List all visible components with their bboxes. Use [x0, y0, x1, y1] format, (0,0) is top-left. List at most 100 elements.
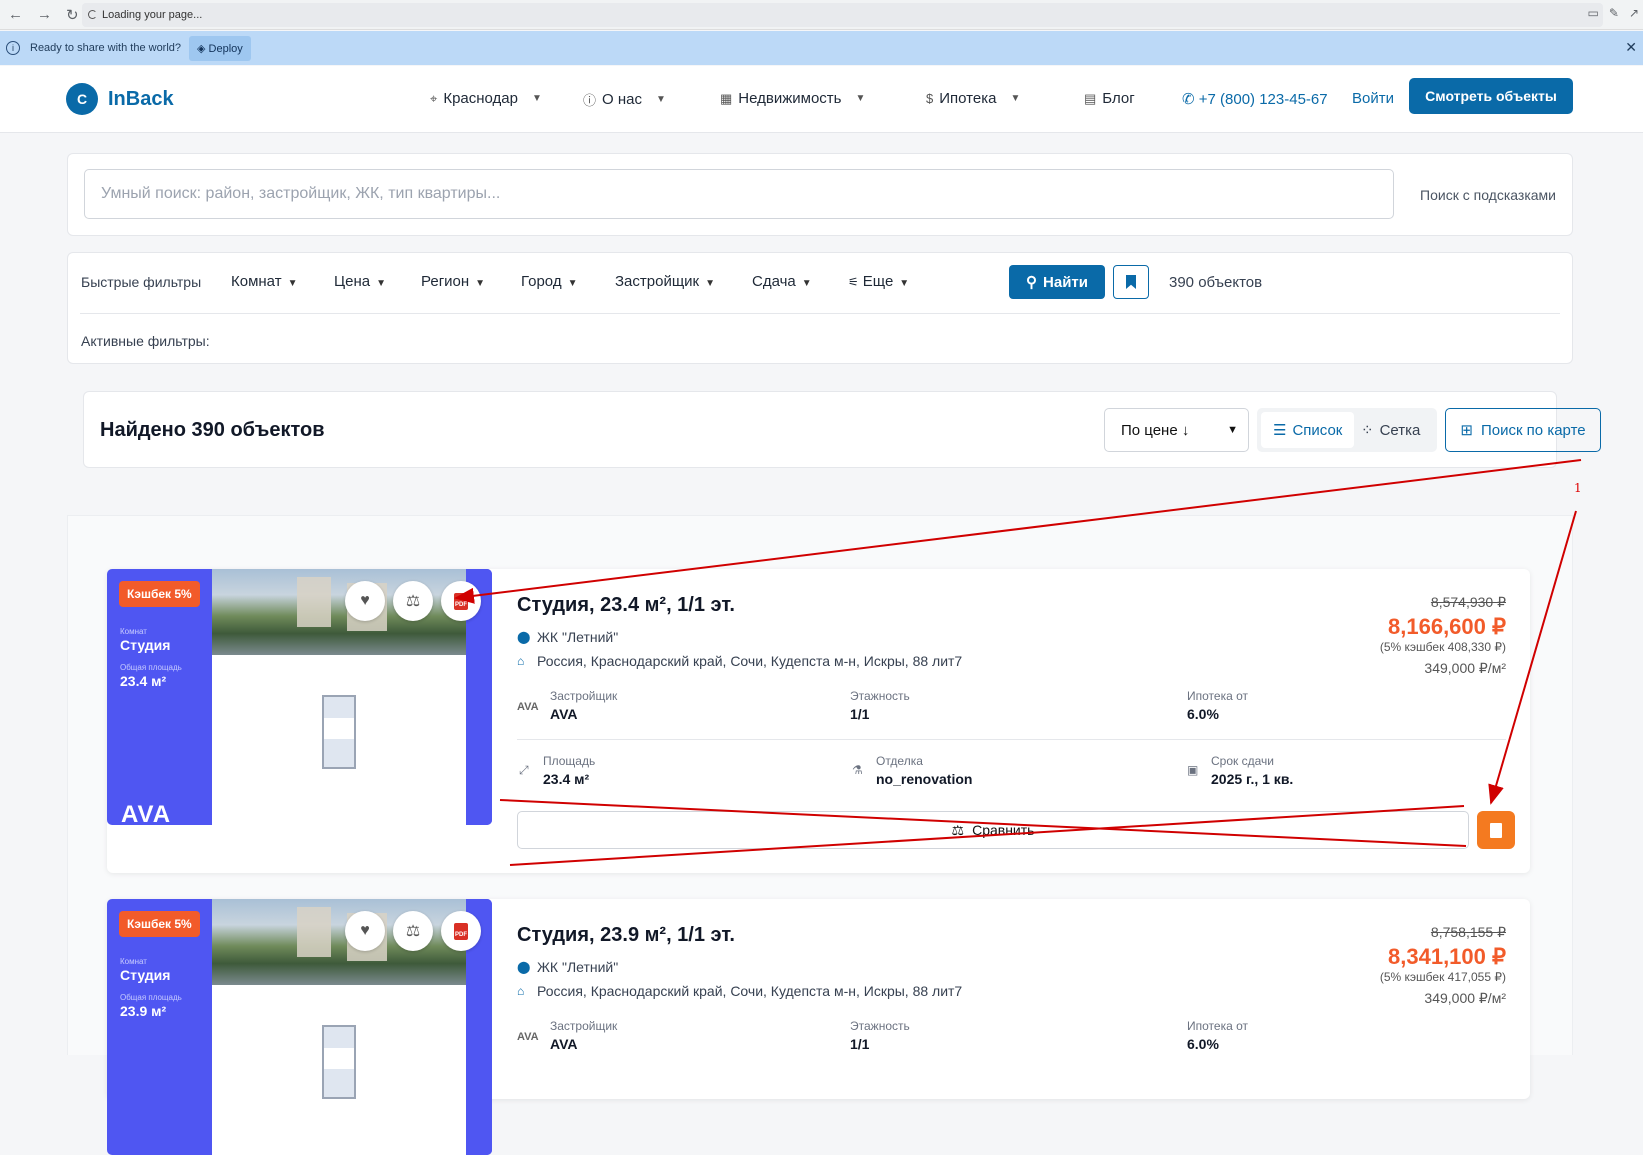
building-shape [297, 907, 331, 957]
view-grid-button[interactable]: ⁘ Сетка [1349, 412, 1432, 448]
filter-price[interactable]: Цена ▼ [334, 273, 386, 290]
view-toggle: ☰ Список ⁘ Сетка [1257, 408, 1437, 452]
location-pin-icon: ⬤ [517, 630, 531, 644]
mortgage-value: 6.0% [1187, 706, 1219, 722]
listing-thumbnail[interactable]: Кэшбек 5% Комнат Студия Общая площадь 23… [107, 899, 492, 1155]
area-label: Площадь [543, 754, 596, 768]
quick-filters-label: Быстрые фильтры [81, 274, 202, 290]
logo[interactable]: C InBack [66, 83, 174, 115]
close-icon[interactable]: ✕ [1625, 39, 1637, 56]
filter-city[interactable]: Город ▼ [521, 273, 577, 290]
address-bar[interactable]: Loading your page... [82, 2, 1603, 27]
share-icon[interactable]: ↗ [1629, 6, 1639, 20]
compare-label: Сравнить [972, 822, 1035, 838]
filter-more-label: Еще [862, 273, 894, 290]
filter-rooms[interactable]: Комнат ▼ [231, 273, 297, 290]
listing-title[interactable]: Студия, 23.9 м², 1/1 эт. [517, 924, 735, 947]
listing-title[interactable]: Студия, 23.4 м², 1/1 эт. [517, 594, 735, 617]
nav-about[interactable]: ⓘ О нас ▼ [583, 90, 666, 109]
currency-icon: $ [926, 91, 934, 106]
complex-name: ЖК "Летний" [537, 629, 619, 645]
filter-region-label: Регион [421, 273, 470, 290]
pdf-icon-button[interactable]: PDF [441, 581, 481, 621]
old-price: 8,574,930 ₽ [1430, 594, 1506, 610]
site-header: C InBack ⌖ Краснодар ▼ ⓘ О нас ▼ ▦ Недвижимос… [0, 66, 1643, 133]
thumb-rooms: Студия [120, 967, 171, 983]
building-icon: ▦ [720, 90, 733, 106]
forward-icon[interactable]: → [37, 6, 52, 24]
nav-mortgage[interactable]: $ Ипотека ▼ [926, 90, 1020, 107]
pdf-icon-button[interactable]: PDF [441, 911, 481, 951]
search-hint: Поиск с подсказками [1420, 187, 1556, 203]
mortgage-label: Ипотека от [1187, 1019, 1248, 1033]
nav-blog[interactable]: ▤ Блог [1084, 90, 1135, 107]
logo-text: InBack [108, 87, 174, 110]
mortgage-label: Ипотека от [1187, 689, 1248, 703]
find-button[interactable]: ⚲ Найти [1009, 265, 1105, 299]
map-search-button[interactable]: ⊞ Поиск по карте [1445, 408, 1601, 452]
smart-search-input[interactable]: Умный поиск: район, застройщик, ЖК, тип … [84, 169, 1394, 219]
filter-region[interactable]: Регион ▼ [421, 273, 485, 290]
search-icon: ⚲ [1026, 274, 1038, 291]
favorite-button[interactable]: ♥ [345, 911, 385, 951]
thumb-rooms-label: Комнат [120, 957, 147, 966]
chevron-down-icon: ▼ [376, 278, 386, 289]
home-icon: ⌂ [517, 654, 525, 668]
floor-plan [212, 655, 466, 825]
listing-card[interactable]: Кэшбек 5% Комнат Студия Общая площадь 23… [107, 899, 1530, 1155]
back-icon[interactable]: ← [8, 6, 23, 24]
listing-card[interactable]: Кэшбек 5% Комнат Студия Общая площадь 23… [107, 569, 1530, 873]
nav-realty[interactable]: ▦ Недвижимость ▼ [720, 90, 865, 107]
compare-icon-button[interactable]: ⚖ [393, 911, 433, 951]
nav-city[interactable]: ⌖ Краснодар ▼ [430, 90, 542, 107]
filter-developer-label: Застройщик [615, 273, 700, 290]
chevron-down-icon: ▼ [1227, 424, 1238, 436]
bookmark-button[interactable] [1113, 265, 1149, 299]
filter-developer[interactable]: Застройщик ▼ [615, 273, 715, 290]
view-objects-button[interactable]: Смотреть объекты [1409, 78, 1573, 114]
compare-icon-button[interactable]: ⚖ [393, 581, 433, 621]
reload-icon[interactable]: ↻ [66, 6, 79, 24]
loading-status: Loading your page... [102, 8, 203, 21]
filter-more[interactable]: ⚟ Еще ▼ [848, 273, 909, 290]
divider [517, 739, 1506, 740]
chevron-down-icon: ▼ [705, 278, 716, 289]
view-list-button[interactable]: ☰ Список [1261, 412, 1355, 448]
heart-icon: ♥ [360, 592, 370, 609]
sort-select[interactable]: По цене ↓ ▼ [1104, 408, 1249, 452]
listing-thumbnail[interactable]: Кэшбек 5% Комнат Студия Общая площадь 23… [107, 569, 492, 825]
heart-icon: ♥ [360, 922, 370, 939]
pdf-download-button[interactable] [1477, 811, 1515, 849]
loading-spinner-icon [88, 10, 97, 19]
bookmark-icon [1126, 275, 1136, 289]
info-icon: i [6, 41, 20, 55]
divider [80, 313, 1560, 314]
cashback-badge: Кэшбек 5% [119, 911, 200, 937]
phone-number: +7 (800) 123-45-67 [1198, 91, 1328, 108]
filter-deadline[interactable]: Сдача ▼ [752, 273, 812, 290]
cast-icon[interactable]: ▭ [1588, 6, 1599, 20]
pdf-document-icon [1490, 822, 1502, 838]
cashback-note: (5% кэшбек 408,330 ₽) [1379, 640, 1506, 654]
deploy-button[interactable]: ◈ Deploy [189, 35, 251, 61]
active-filters-label: Активные фильтры: [81, 333, 210, 349]
building-shape [297, 577, 331, 627]
favorite-button[interactable]: ♥ [345, 581, 385, 621]
expand-icon: ⤢ [519, 763, 529, 777]
address-text: Россия, Краснодарский край, Сочи, Кудепс… [537, 983, 963, 999]
compare-button[interactable]: ⚖ Сравнить [517, 811, 1469, 849]
floors-label: Этажность [850, 689, 910, 703]
annotation-number: 1 [1574, 481, 1582, 495]
scales-icon: ⚖ [951, 821, 965, 838]
deadline-value: 2025 г., 1 кв. [1211, 771, 1294, 787]
extensions-icon[interactable]: ✎ [1609, 6, 1619, 20]
grid-icon: ⁘ [1361, 422, 1374, 439]
scales-icon: ⚖ [405, 593, 421, 610]
chevron-down-icon: ▼ [567, 278, 578, 289]
location-pin-icon: ⌖ [430, 90, 438, 106]
phone-link[interactable]: ✆ +7 (800) 123-45-67 [1182, 90, 1328, 108]
nav-mortgage-label: Ипотека [939, 90, 997, 107]
deploy-button-label: Deploy [208, 42, 243, 55]
developer-label: Застройщик [550, 1019, 618, 1033]
login-link[interactable]: Войти [1352, 90, 1394, 107]
